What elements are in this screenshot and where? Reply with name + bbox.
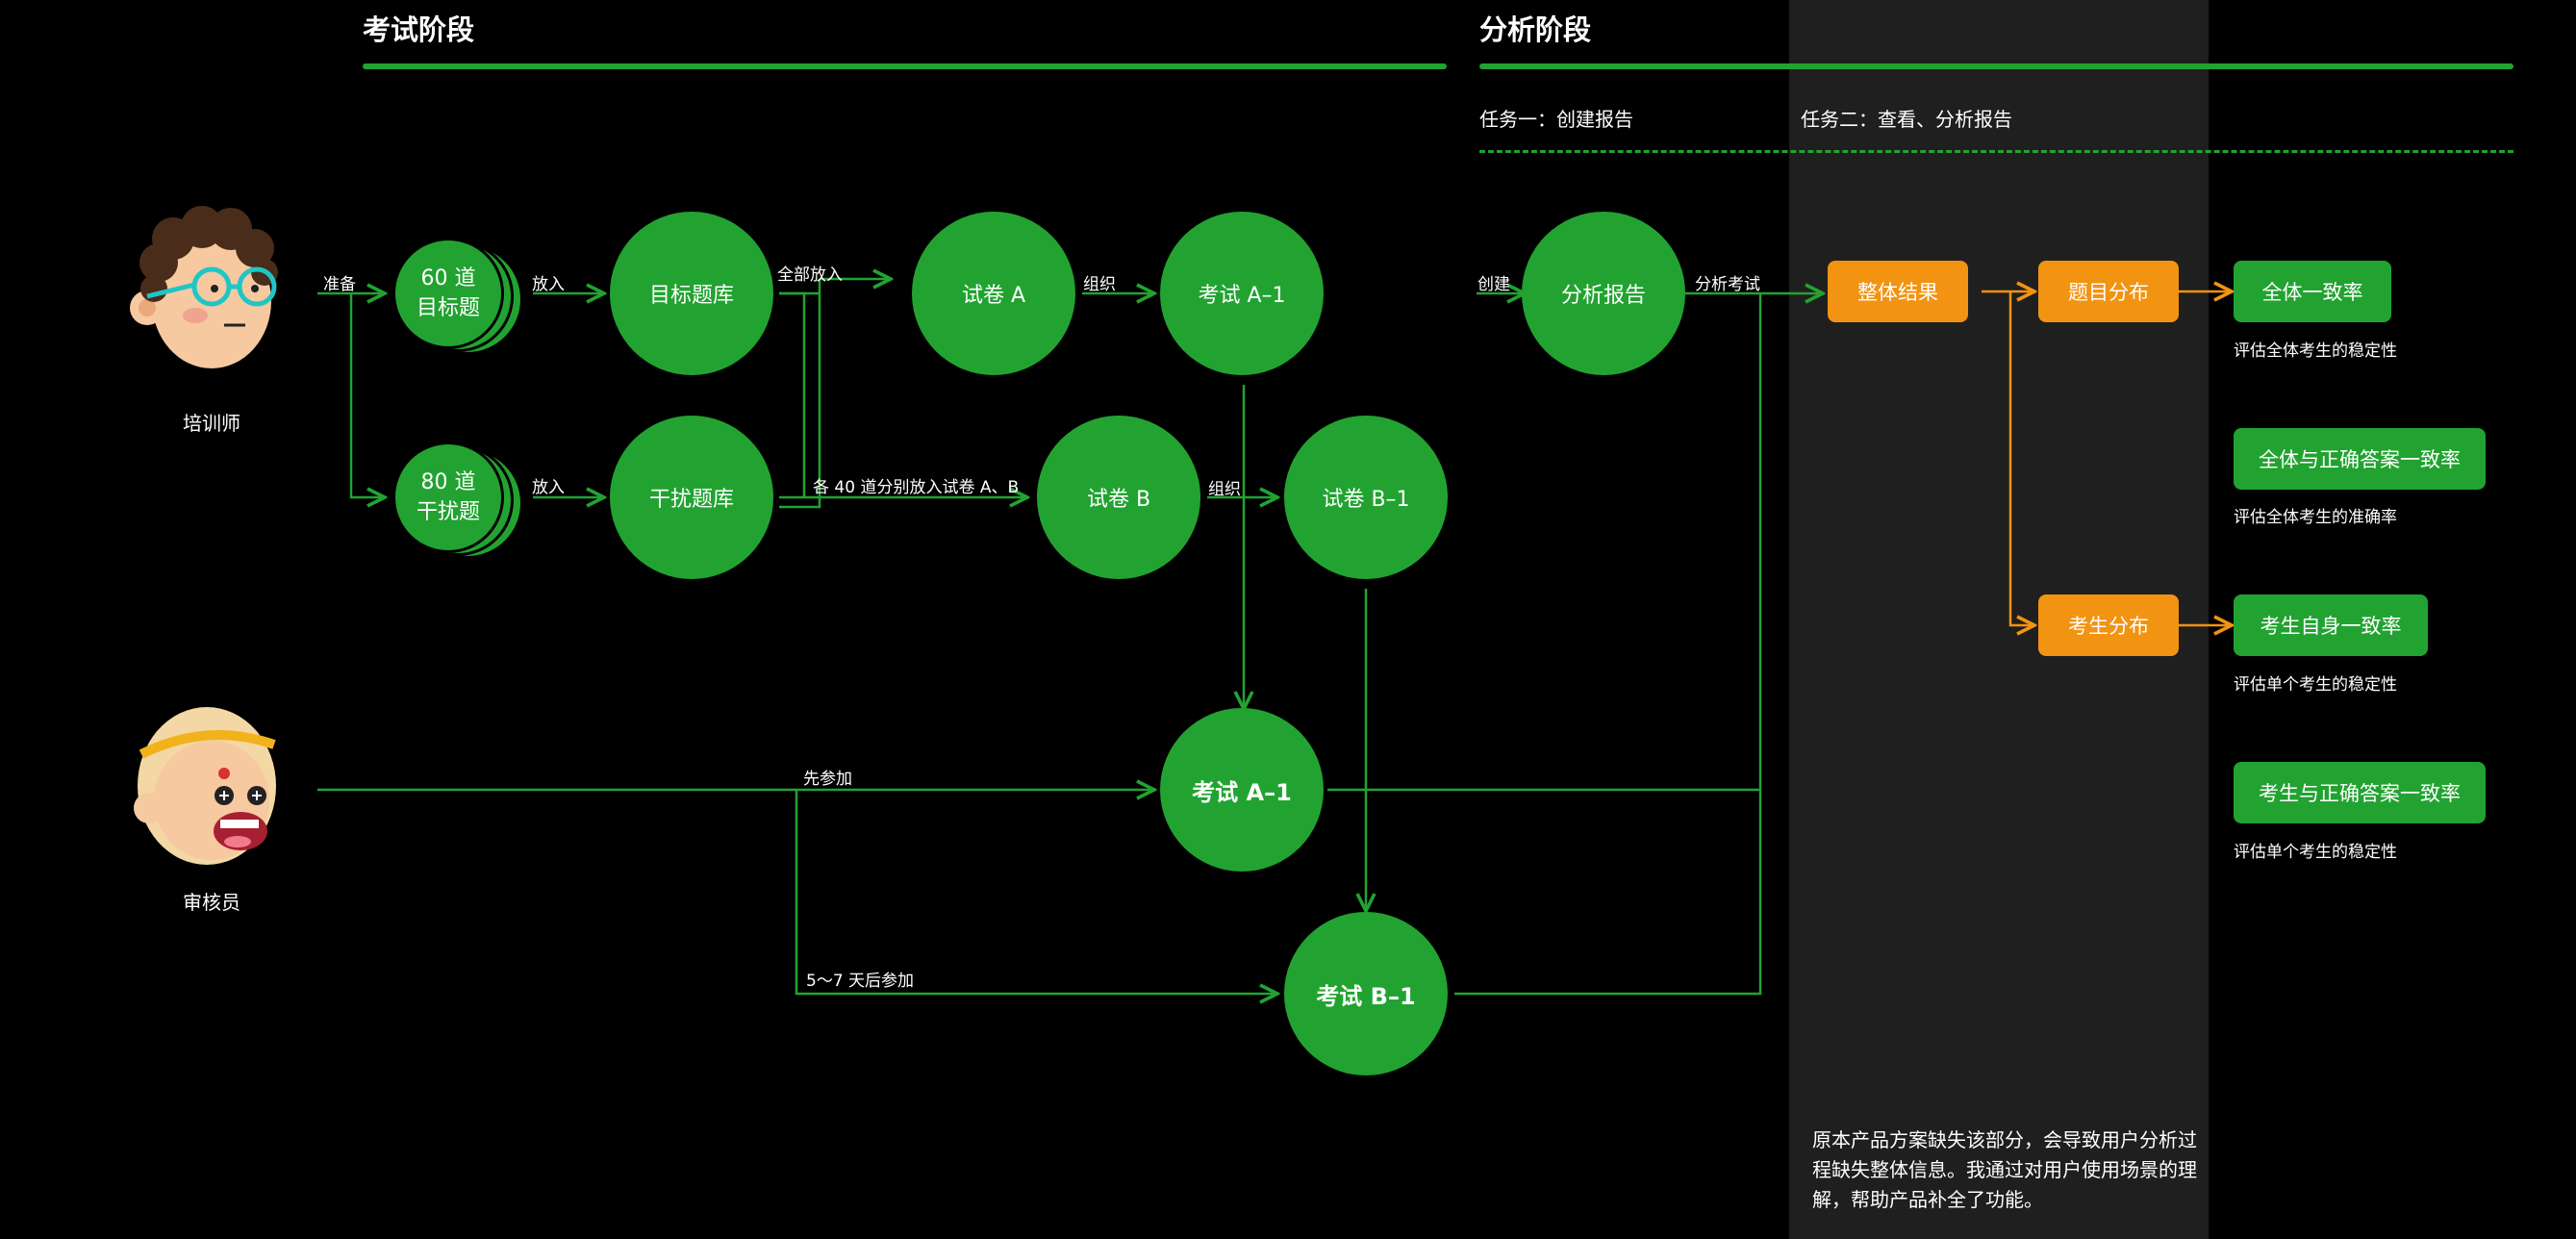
distract-question-stack: 80 道 干扰题 xyxy=(392,442,504,553)
overall-result-node: 整体结果 xyxy=(1828,261,1968,322)
label-first-join: 先参加 xyxy=(803,770,852,789)
label-organize-a: 组织 xyxy=(1083,275,1116,294)
exam-a1-top-node: 考试 A–1 xyxy=(1160,212,1324,375)
metric-overall-consistency-desc: 评估全体考生的稳定性 xyxy=(2234,341,2397,361)
exam-a1-node: 考试 A–1 xyxy=(1160,708,1324,872)
exam-b1-node: 考试 B–1 xyxy=(1284,912,1448,1075)
question-distribution-node: 题目分布 xyxy=(2038,261,2179,322)
examinee-distribution-node: 考生分布 xyxy=(2038,594,2179,656)
label-analyze: 分析考试 xyxy=(1695,275,1760,294)
reviewer-avatar-icon xyxy=(134,707,276,865)
label-later-join: 5～7 天后参加 xyxy=(806,972,915,991)
label-put-in-distract: 放入 xyxy=(532,478,565,497)
metric-self-consistency: 考生自身一致率 xyxy=(2234,594,2428,656)
target-count: 60 道 xyxy=(420,266,476,291)
label-organize-b: 组织 xyxy=(1208,480,1241,499)
edge-all-in xyxy=(779,279,891,497)
label-all-in: 全部放入 xyxy=(777,266,843,285)
metric-overall-consistency: 全体一致率 xyxy=(2234,261,2391,322)
metric-self-consistency-desc: 评估单个考生的稳定性 xyxy=(2234,675,2397,695)
edge-prepare-80 xyxy=(349,293,385,497)
distract-question-label: 干扰题 xyxy=(416,500,480,524)
trainer-label: 培训师 xyxy=(183,412,240,435)
target-bank-node: 目标题库 xyxy=(610,212,773,375)
distract-bank-node: 干扰题库 xyxy=(610,416,773,579)
reviewer-label: 审核员 xyxy=(183,891,240,914)
label-each-40: 各 40 道分别放入试卷 A、B xyxy=(813,478,1020,497)
paper-b1-node: 试卷 B–1 xyxy=(1284,416,1448,579)
metric-examinee-accuracy-desc: 评估单个考生的稳定性 xyxy=(2234,843,2397,862)
connector-lines xyxy=(317,0,2576,1239)
paper-a-node: 试卷 A xyxy=(912,212,1075,375)
metric-overall-accuracy-desc: 评估全体考生的准确率 xyxy=(2234,508,2397,527)
target-question-stack: 60 道 目标题 xyxy=(392,238,504,349)
label-put-in-target: 放入 xyxy=(532,275,565,294)
label-create: 创建 xyxy=(1477,275,1510,294)
label-prepare: 准备 xyxy=(323,275,356,294)
trainer-avatar-icon xyxy=(130,206,278,368)
flow-diagram: 考试阶段 分析阶段 任务一：创建报告 任务二：查看、分析报告 培训师 审核员 6… xyxy=(0,0,2576,1239)
target-question-label: 目标题 xyxy=(416,296,480,320)
explanation-note: 原本产品方案缺失该部分，会导致用户分析过程缺失整体信息。我通过对用户使用场景的理… xyxy=(1812,1128,2197,1211)
edge-overall-examinee xyxy=(2008,291,2034,625)
metric-overall-accuracy: 全体与正确答案一致率 xyxy=(2234,428,2486,490)
metric-examinee-accuracy: 考生与正确答案一致率 xyxy=(2234,762,2486,823)
distract-count: 80 道 xyxy=(420,470,476,494)
analysis-report-node: 分析报告 xyxy=(1522,212,1685,375)
paper-b-node: 试卷 B xyxy=(1037,416,1200,579)
edge-b1-feed xyxy=(1454,293,1762,996)
